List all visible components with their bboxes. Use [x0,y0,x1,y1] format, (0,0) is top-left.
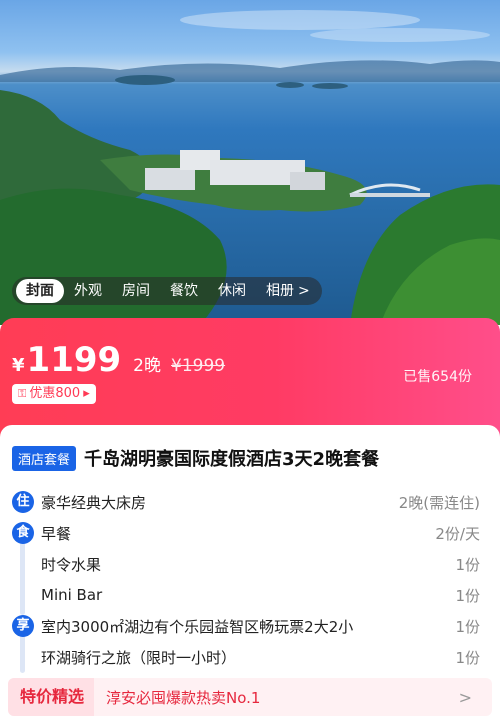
coupon-bag-icon: ⚿ [18,387,27,400]
package-item-fruit: 时令水果 1份 [41,552,480,576]
item-qty: 1份 [455,555,480,574]
hotel-hero-image[interactable]: 封面 外观 房间 餐饮 休闲 相册 > [0,0,500,325]
gallery-tab-cover[interactable]: 封面 [16,279,64,303]
item-qty: 2份/天 [435,524,480,543]
package-title-row: 酒店套餐 千岛湖明豪国际度假酒店3天2晚套餐 [12,445,379,471]
item-qty: 1份 [455,648,480,667]
price-banner: ¥ 1199 2晚 ¥1999 ⚿ 优惠800 ▸ 已售654份 [0,318,500,440]
caret-right-icon: ▸ [83,386,90,401]
coupon-label: 优惠800 [29,386,81,401]
chevron-right-icon: > [458,687,472,707]
package-type-tag: 酒店套餐 [12,445,77,471]
package-item-playground: 室内3000㎡湖边有个乐园益智区畅玩票2大2小 1份 [41,614,480,638]
item-name: 时令水果 [41,555,102,574]
promo-label: 特价精选 [8,678,95,716]
promo-bar[interactable]: 特价精选 淳安必囤爆款热卖No.1 > [8,678,492,716]
timeline-line [20,533,25,615]
original-price: ¥1999 [171,356,226,376]
package-title: 千岛湖明豪国际度假酒店3天2晚套餐 [84,449,380,470]
item-name: 室内3000㎡湖边有个乐园益智区畅玩票2大2小 [41,617,354,636]
item-name: 早餐 [41,524,72,543]
package-item-minibar: Mini Bar 1份 [41,583,480,607]
gallery-tab-album[interactable]: 相册 [256,279,304,303]
package-item-room: 豪华经典大床房 2晚(需连住) [41,490,480,514]
item-qty: 2晚(需连住) [398,493,480,512]
package-card: 酒店套餐 千岛湖明豪国际度假酒店3天2晚套餐 住 食 享 豪华经典大床房 2晚(… [0,425,500,727]
promo-text: 淳安必囤爆款热卖No.1 [106,688,261,707]
package-item-breakfast: 早餐 2份/天 [41,521,480,545]
coupon-badge[interactable]: ⚿ 优惠800 ▸ [12,384,96,404]
price-row: ¥ 1199 2晚 ¥1999 [12,340,225,380]
item-qty: 1份 [455,617,480,636]
gallery-tab-rooms[interactable]: 房间 [112,279,160,303]
package-item-cycling: 环湖骑行之旅（限时一小时） 1份 [41,645,480,669]
gallery-tab-dining[interactable]: 餐饮 [160,279,208,303]
chevron-right-icon[interactable]: > [298,283,318,299]
item-qty: 1份 [455,586,480,605]
enjoy-badge: 享 [12,615,34,637]
nights-label: 2晚 [133,356,161,376]
dining-badge: 食 [12,522,34,544]
item-name: 环湖骑行之旅（限时一小时） [41,648,237,667]
lodging-badge: 住 [12,491,34,513]
item-name: 豪华经典大床房 [41,493,147,512]
gallery-tab-bar: 封面 外观 房间 餐饮 休闲 相册 > [12,277,322,305]
currency-symbol: ¥ [12,355,25,376]
sold-count: 已售654份 [403,369,472,385]
gallery-tab-leisure[interactable]: 休闲 [208,279,256,303]
sale-price: 1199 [26,340,122,380]
item-name: Mini Bar [41,586,103,604]
gallery-tab-exterior[interactable]: 外观 [64,279,112,303]
